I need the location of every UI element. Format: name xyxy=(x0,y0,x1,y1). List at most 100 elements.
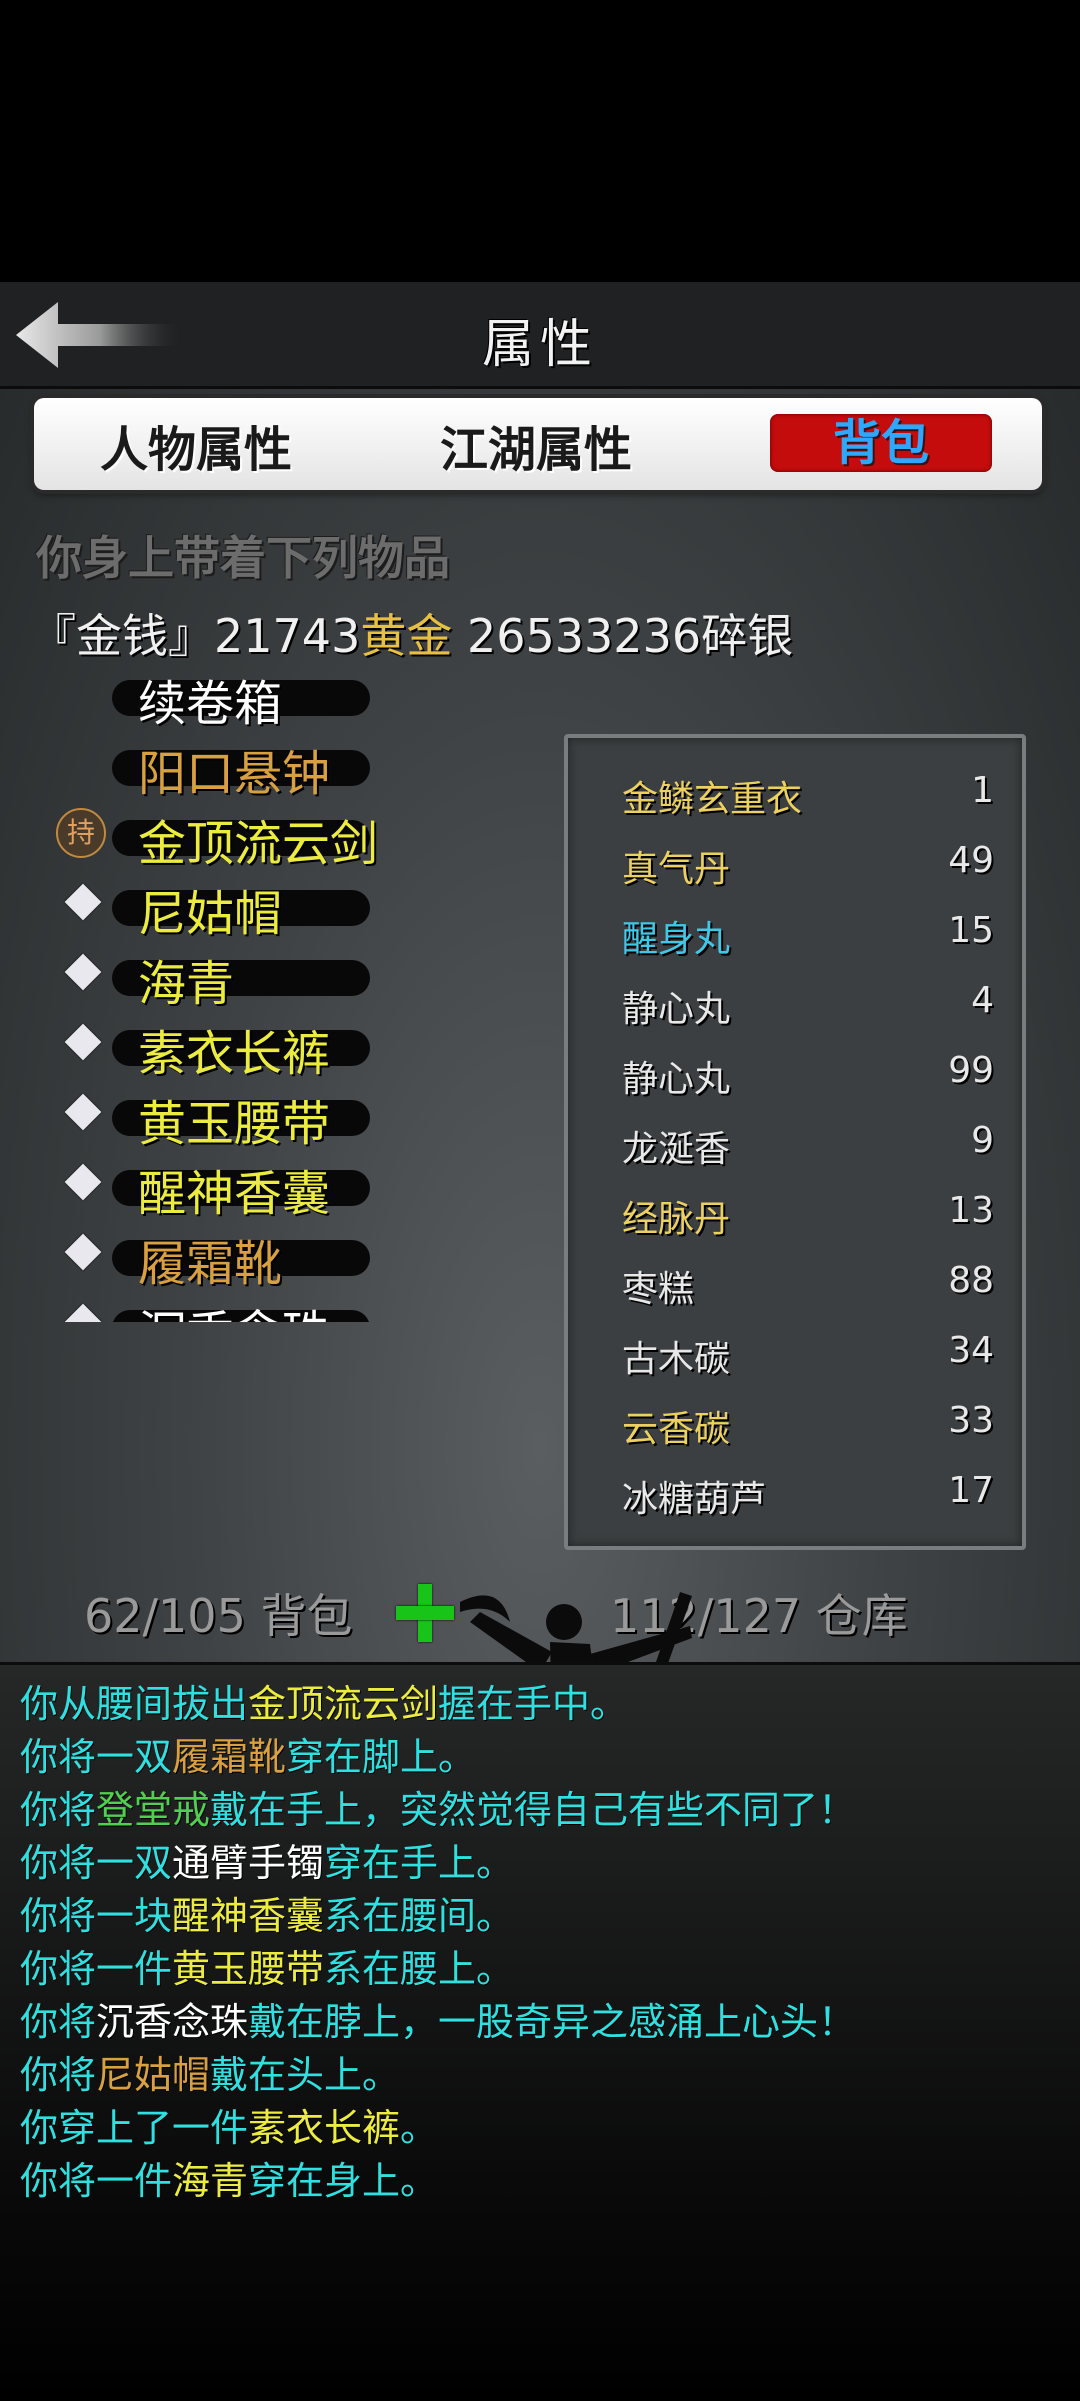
equip-item-name: 醒神香囊 xyxy=(138,1166,331,1222)
inventory-item-row[interactable]: 经脉丹 13 xyxy=(568,1180,1022,1240)
inventory-item-name: 经脉丹 xyxy=(622,1199,731,1240)
log-line: 你将一件海青穿在身上。 xyxy=(20,2150,438,2205)
equip-item[interactable]: 尼姑帽 xyxy=(40,876,420,942)
log-text: 你将一件 xyxy=(20,2159,173,2203)
log-line: 你将一双履霜靴穿在脚上。 xyxy=(20,1726,476,1781)
log-text: 你将一双 xyxy=(20,1735,173,1779)
equip-item[interactable]: 素衣长裤 xyxy=(40,1016,420,1082)
inventory-item-row[interactable]: 真气丹 49 xyxy=(568,830,1022,890)
equip-item[interactable]: 海青 xyxy=(40,946,420,1012)
tab-bag[interactable]: 背包 xyxy=(770,414,992,472)
page-title: 属性 xyxy=(481,315,598,375)
inventory-item-name: 龙涎香 xyxy=(622,1129,731,1170)
log-text: 系在腰间。 xyxy=(324,1894,515,1938)
inventory-item-count: 1 xyxy=(971,770,994,811)
inventory-item-name: 静心丸 xyxy=(622,1059,731,1100)
equip-item-name: 素衣长裤 xyxy=(138,1026,331,1082)
log-line: 你将一件黄玉腰带系在腰上。 xyxy=(20,1938,514,1993)
inventory-item-count: 49 xyxy=(948,840,994,881)
equip-item-name: 尼姑帽 xyxy=(138,886,283,942)
log-item-name: 登堂戒 xyxy=(96,1788,211,1832)
carry-title: 你身上带着下列物品 xyxy=(36,531,450,585)
equip-item[interactable]: 黄玉腰带 xyxy=(40,1086,420,1152)
equip-item-name: 阳口悬钟 xyxy=(138,746,331,802)
log-text: 戴在手上，突然觉得自己有些不同了！ xyxy=(210,1788,857,1832)
log-item-name: 尼姑帽 xyxy=(96,2053,211,2097)
equip-item-name: 沉香念珠 xyxy=(138,1294,330,1322)
inventory-item-row[interactable]: 醒身丸 15 xyxy=(568,900,1022,960)
inventory-item-row[interactable]: 静心丸 99 xyxy=(568,1040,1022,1100)
log-line: 你将登堂戒戴在手上，突然觉得自己有些不同了！ xyxy=(20,1779,856,1834)
equip-item[interactable]: 沉香念珠 xyxy=(40,1296,420,1322)
log-text: 戴在脖上，一股奇异之感涌上心头！ xyxy=(248,2000,857,2044)
log-text: 。 xyxy=(400,2106,439,2150)
inventory-item-row[interactable]: 古木碳 34 xyxy=(568,1320,1022,1380)
log-text: 你从腰间拔出 xyxy=(20,1682,249,1726)
equipped-diamond-icon xyxy=(64,1303,102,1322)
inventory-item-count: 15 xyxy=(948,910,994,951)
equip-item-name: 履霜靴 xyxy=(138,1236,283,1292)
log-text: 你将 xyxy=(20,1788,97,1832)
inventory-item-row[interactable]: 枣糕 88 xyxy=(568,1250,1022,1310)
inventory-item-row[interactable]: 冰糖葫芦 17 xyxy=(568,1460,1022,1520)
inventory-item-row[interactable]: 静心丸 4 xyxy=(568,970,1022,1030)
log-text: 你穿上了一件 xyxy=(20,2106,249,2150)
log-text: 穿在脚上。 xyxy=(286,1735,477,1779)
log-line: 你将一双通臂手镯穿在手上。 xyxy=(20,1832,514,1887)
inventory-item-row[interactable]: 金鳞玄重衣 1 xyxy=(568,760,1022,820)
message-log: 你从腰间拔出金顶流云剑握在手中。 你将一双履霜靴穿在脚上。 你将登堂戒戴在手上，突然… xyxy=(0,1662,1080,2401)
inventory-item-count: 34 xyxy=(948,1330,994,1371)
log-text: 握在手中。 xyxy=(438,1682,629,1726)
tab-person-attributes[interactable]: 人物属性 xyxy=(100,410,292,478)
equip-item[interactable]: 醒神香囊 xyxy=(40,1156,420,1222)
inventory-item-name: 静心丸 xyxy=(622,989,731,1030)
inventory-item-name: 冰糖葫芦 xyxy=(622,1479,767,1520)
inventory-item-name: 枣糕 xyxy=(622,1269,695,1310)
inventory-item-count: 88 xyxy=(948,1260,994,1301)
inventory-item-row[interactable]: 云香碳 33 xyxy=(568,1390,1022,1450)
money-gold-label: 黄金 xyxy=(360,609,453,663)
bag-capacity[interactable]: 62/105 背包 xyxy=(84,1580,352,1646)
equipped-diamond-icon xyxy=(64,1233,102,1271)
log-text: 你将一件 xyxy=(20,1947,173,1991)
log-item-name: 履霜靴 xyxy=(172,1735,287,1779)
inventory-item-name: 金鳞玄重衣 xyxy=(622,779,803,820)
equip-item-name: 海青 xyxy=(138,956,235,1012)
log-item-name: 沉香念珠 xyxy=(96,2000,249,2044)
money-prefix: 『金钱』21743 xyxy=(30,609,361,663)
equip-item[interactable]: 阳口悬钟 xyxy=(40,736,420,802)
equip-item[interactable]: 持金顶流云剑 xyxy=(40,806,420,872)
inventory-item-name: 醒身丸 xyxy=(622,919,731,960)
inventory-item-count: 17 xyxy=(948,1470,994,1511)
equip-item[interactable]: 续卷箱 xyxy=(40,666,420,732)
equipped-diamond-icon xyxy=(64,883,102,921)
equip-item[interactable]: 履霜靴 xyxy=(40,1226,420,1292)
inventory-item-count: 13 xyxy=(948,1190,994,1231)
inventory-item-count: 33 xyxy=(948,1400,994,1441)
log-text: 你将一双 xyxy=(20,1841,173,1885)
log-line: 你将沉香念珠戴在脖上，一股奇异之感涌上心头！ xyxy=(20,1991,856,2046)
equip-item-name: 金顶流云剑 xyxy=(138,816,379,872)
log-text: 你将 xyxy=(20,2053,97,2097)
equipped-diamond-icon xyxy=(64,1093,102,1131)
log-item-name: 醒神香囊 xyxy=(172,1894,325,1938)
log-line: 你穿上了一件素衣长裤。 xyxy=(20,2097,438,2152)
tab-bar: 人物属性 江湖属性 背包 xyxy=(34,398,1042,490)
equipped-diamond-icon xyxy=(64,1023,102,1061)
equip-item-name: 续卷箱 xyxy=(138,676,283,732)
equipped-diamond-icon xyxy=(64,1163,102,1201)
tab-jianghu-attributes[interactable]: 江湖属性 xyxy=(440,410,632,478)
log-text: 穿在身上。 xyxy=(248,2159,439,2203)
log-item-name: 海青 xyxy=(172,2159,249,2203)
log-item-name: 通臂手镯 xyxy=(172,1841,325,1885)
inventory-item-count: 4 xyxy=(971,980,994,1021)
inventory-item-row[interactable]: 龙涎香 9 xyxy=(568,1110,1022,1170)
log-text: 穿在手上。 xyxy=(324,1841,515,1885)
log-item-name: 素衣长裤 xyxy=(248,2106,401,2150)
equipped-item-list: 续卷箱阳口悬钟持金顶流云剑尼姑帽海青素衣长裤黄玉腰带醒神香囊履霜靴沉香念珠通臂手… xyxy=(40,662,420,1322)
log-line: 你从腰间拔出金顶流云剑握在手中。 xyxy=(20,1673,628,1728)
equip-item-name: 黄玉腰带 xyxy=(138,1096,331,1152)
money-line: 『金钱』21743黄金 26533236碎银 xyxy=(30,600,793,666)
log-text: 系在腰上。 xyxy=(324,1947,515,1991)
wielded-badge-icon: 持 xyxy=(56,808,106,858)
